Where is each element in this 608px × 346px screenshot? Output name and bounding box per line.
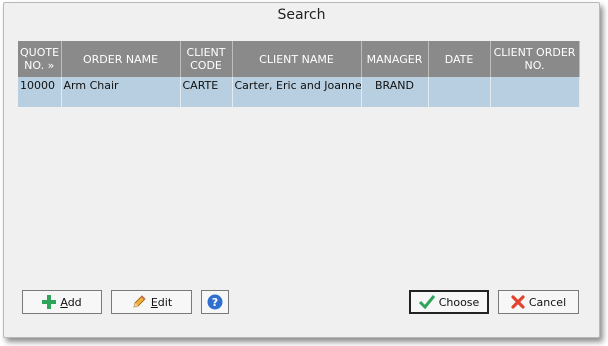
cell-client-order-no[interactable] <box>490 77 580 107</box>
column-header-order-name[interactable]: ORDER NAME <box>61 41 181 77</box>
column-header-quote-no[interactable]: QUOTE NO. » <box>18 41 62 77</box>
column-header-client-name[interactable]: CLIENT NAME <box>232 41 362 77</box>
cancel-label: Cancel <box>528 295 567 309</box>
pencil-icon <box>131 294 147 310</box>
choose-label: Choose <box>438 295 480 309</box>
column-header-client-code[interactable]: CLIENT CODE <box>180 41 233 77</box>
plus-icon <box>42 295 57 309</box>
checkmark-icon <box>418 295 435 309</box>
edit-button[interactable]: Edit <box>111 290 192 314</box>
header-row: QUOTE NO. » ORDER NAME CLIENT CODE CLIEN… <box>18 41 580 77</box>
x-icon <box>511 295 525 309</box>
cell-client-name[interactable]: Carter, Eric and Joanne <box>232 77 362 107</box>
cell-order-name[interactable]: Arm Chair <box>61 77 181 107</box>
column-header-client-order-no[interactable]: CLIENT ORDER NO. <box>490 41 580 77</box>
column-header-manager[interactable]: MANAGER <box>361 41 429 77</box>
column-header-date[interactable]: DATE <box>428 41 491 77</box>
search-dialog: Search QUOTE NO. » ORDER NAME CLIENT COD… <box>3 2 600 338</box>
edit-label: Edit <box>150 295 173 309</box>
choose-button[interactable]: Choose <box>409 290 489 314</box>
cancel-button[interactable]: Cancel <box>498 290 579 314</box>
add-label: Add <box>60 295 82 309</box>
add-button[interactable]: Add <box>22 290 102 314</box>
results-grid[interactable]: QUOTE NO. » ORDER NAME CLIENT CODE CLIEN… <box>18 41 581 273</box>
svg-text:?: ? <box>212 296 218 309</box>
cell-date[interactable] <box>428 77 491 107</box>
cell-client-code[interactable]: CARTE <box>180 77 233 107</box>
table-row[interactable]: 10000 Arm Chair CARTE Carter, Eric and J… <box>18 77 580 107</box>
cell-manager[interactable]: BRAND <box>361 77 429 107</box>
help-icon: ? <box>207 294 223 310</box>
help-button[interactable]: ? <box>201 290 229 314</box>
dialog-title: Search <box>277 7 326 23</box>
results-table: QUOTE NO. » ORDER NAME CLIENT CODE CLIEN… <box>18 41 580 107</box>
cell-quote-no[interactable]: 10000 <box>18 77 62 107</box>
